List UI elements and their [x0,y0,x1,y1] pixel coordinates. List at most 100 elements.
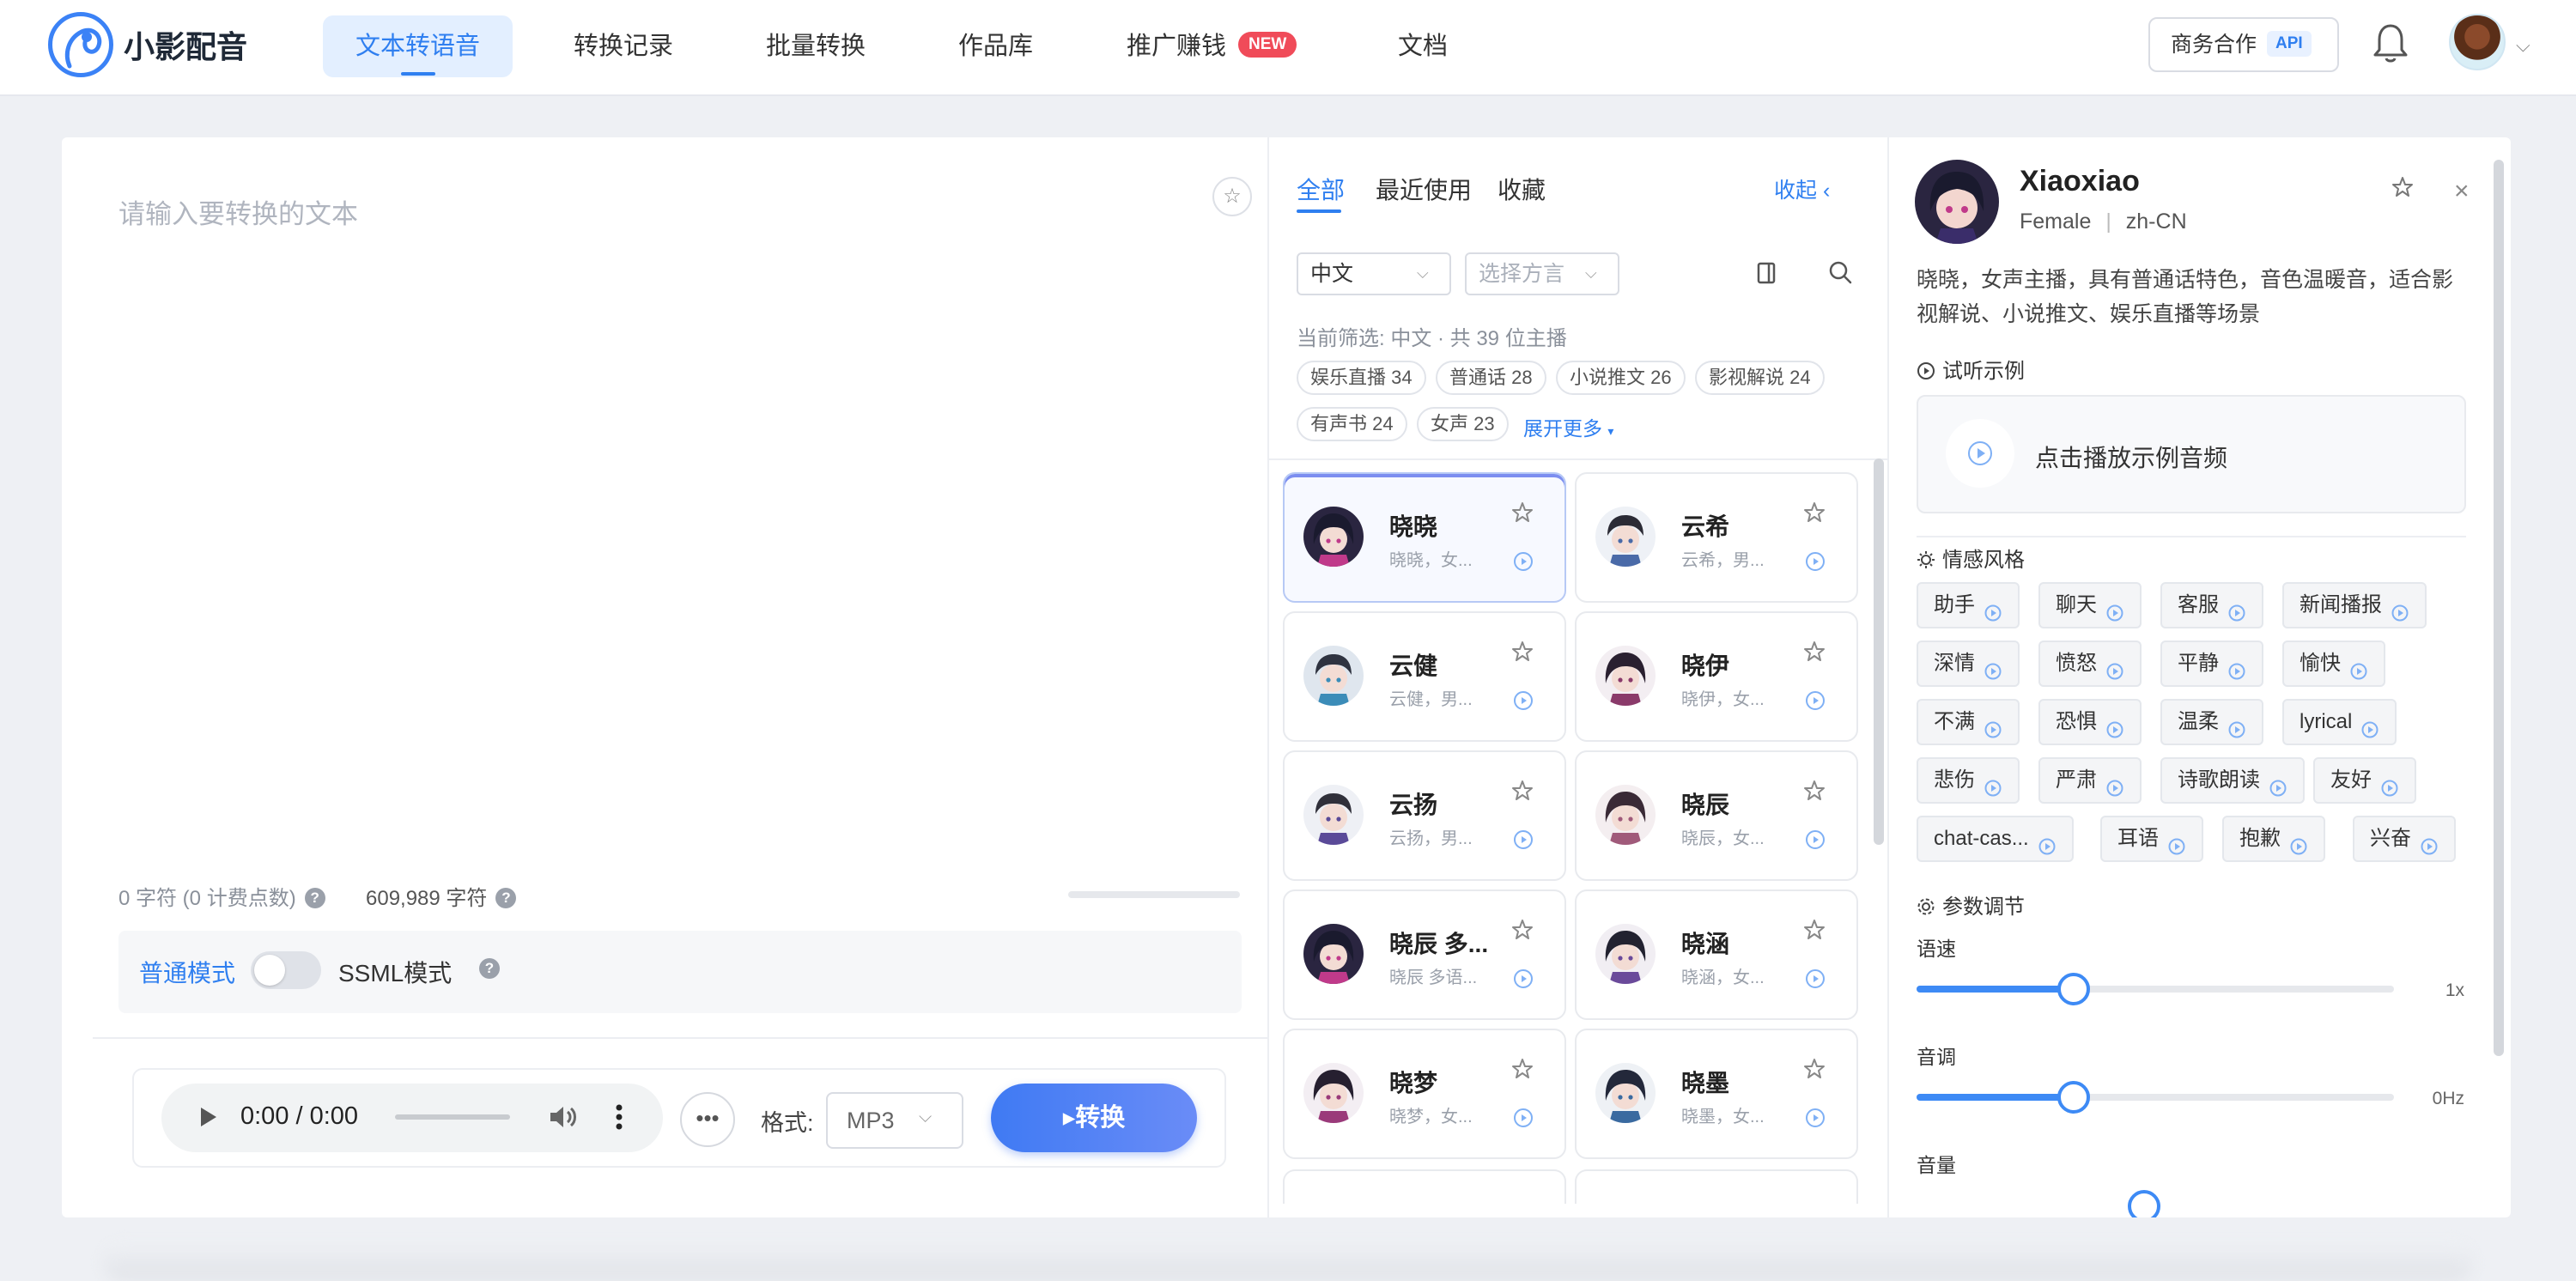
chevron-down-icon[interactable]: ⌵ [919,1108,932,1127]
volume-icon[interactable] [548,1102,579,1132]
chevron-down-icon[interactable]: ⌵ [2516,34,2530,57]
star-icon[interactable] [1511,780,1534,802]
emotion-tag[interactable]: 平静 [2160,640,2263,687]
play-circle-icon[interactable] [1984,595,2002,622]
emotion-tag[interactable]: 不满 [1917,699,2020,745]
filter-tag[interactable]: 娱乐直播 34 [1297,361,1426,395]
star-icon[interactable] [1803,919,1826,941]
emotion-tag[interactable]: 恐惧 [2038,699,2142,745]
emotion-tag[interactable]: 抱歉 [2222,816,2325,862]
mode-normal-label[interactable]: 普通模式 [139,955,235,989]
emotion-tag[interactable]: 愤怒 [2038,640,2142,687]
emotion-tag[interactable]: 兴奋 [2353,816,2456,862]
emotion-tag[interactable]: lyrical [2282,699,2397,745]
voice-card[interactable]: 晓涵 晓涵，女... [1575,889,1858,1020]
play-circle-icon[interactable] [1984,712,2002,738]
play-circle-icon[interactable] [1805,829,1826,850]
user-avatar[interactable] [2449,14,2506,70]
play-circle-icon[interactable] [1984,653,2002,680]
voice-card[interactable]: 晓梦 晓梦，女... [1283,1029,1566,1159]
voice-card[interactable]: 晓晓 晓晓，女... [1283,472,1566,603]
list-scrollbar[interactable] [1874,458,1884,845]
filter-tag[interactable]: 影视解说 24 [1695,361,1825,395]
tab-favorites[interactable]: 收藏 [1498,172,1546,206]
audio-seek-bar[interactable] [395,1114,510,1120]
text-input[interactable] [117,191,1182,843]
play-circle-icon[interactable] [2105,595,2124,622]
star-icon[interactable] [1511,501,1534,524]
play-circle-icon[interactable] [1984,770,2002,797]
chevron-down-icon[interactable]: ⌵ [1417,264,1429,282]
help-icon[interactable]: ? [304,887,325,908]
logo-icon[interactable] [48,12,113,77]
collapse-button[interactable]: 收起 ‹ [1774,173,1830,204]
play-circle-icon[interactable] [2038,829,2057,855]
star-icon[interactable] [1803,1058,1826,1080]
star-icon[interactable] [1511,1058,1534,1080]
play-circle-icon[interactable] [1946,419,2014,488]
play-circle-icon[interactable] [1513,551,1534,572]
business-button[interactable]: 商务合作 API [2148,17,2339,72]
emotion-tag[interactable]: 友好 [2313,757,2416,804]
play-circle-icon[interactable] [1805,1108,1826,1128]
mode-ssml-label[interactable]: SSML模式 [338,955,452,989]
tab-recent[interactable]: 最近使用 [1376,172,1472,206]
voice-card[interactable]: 晓伊 晓伊，女... [1575,611,1858,742]
voice-card[interactable]: 晓辰 多... 晓辰 多语... [1283,889,1566,1020]
star-icon[interactable] [1511,919,1534,941]
nav-docs[interactable]: 文档 [1365,15,1480,77]
voice-card[interactable]: 晓墨 晓墨，女... [1575,1029,1858,1159]
filter-tag[interactable]: 女声 23 [1417,407,1509,441]
chevron-down-icon[interactable]: ⌵ [1585,264,1597,282]
play-circle-icon[interactable] [2105,712,2124,738]
voice-card[interactable]: 云扬 云扬，男... [1283,750,1566,881]
emotion-tag[interactable]: 愉快 [2282,640,2385,687]
emotion-tag[interactable]: 助手 [1917,582,2020,628]
emotion-tag[interactable]: 诗歌朗读 [2160,757,2305,804]
star-icon[interactable] [1511,640,1534,663]
star-icon[interactable] [1803,640,1826,663]
play-circle-icon[interactable] [1805,551,1826,572]
more-options-button[interactable]: ••• [680,1092,735,1147]
help-icon[interactable]: ? [495,887,517,908]
play-circle-icon[interactable] [1805,968,1826,989]
play-circle-icon[interactable] [2227,653,2246,680]
play-circle-icon[interactable] [1513,968,1534,989]
kebab-menu-icon[interactable] [613,1102,625,1132]
toggle-knob[interactable] [254,955,285,986]
play-circle-icon[interactable] [1805,690,1826,711]
emotion-tag[interactable]: 客服 [2160,582,2263,628]
expand-more-link[interactable]: 展开更多 ▾ [1523,412,1613,441]
search-icon[interactable] [1827,259,1853,285]
play-circle-icon[interactable] [2227,595,2246,622]
volume-slider-knob-partial[interactable] [2124,1190,2164,1217]
emotion-tag[interactable]: 聊天 [2038,582,2142,628]
filter-tag[interactable]: 小说推文 26 [1556,361,1686,395]
nav-batch[interactable]: 批量转换 [733,15,898,77]
voice-card-partial[interactable] [1283,1169,1566,1204]
star-icon[interactable]: ☆ [1212,177,1252,216]
play-circle-icon[interactable] [2167,829,2186,855]
help-icon[interactable]: ? [479,958,500,980]
play-circle-icon[interactable] [1513,690,1534,711]
play-circle-icon[interactable] [1513,829,1534,850]
emotion-tag[interactable]: 温柔 [2160,699,2263,745]
nav-referral[interactable]: 推广赚钱 NEW [1094,15,1329,77]
play-circle-icon[interactable] [1513,1108,1534,1128]
play-circle-icon[interactable] [2360,712,2379,738]
format-select[interactable]: MP3 [826,1092,963,1149]
nav-library[interactable]: 作品库 [926,15,1066,77]
emotion-tag[interactable]: chat-cas... [1917,816,2074,862]
app-name[interactable]: 小影配音 [124,22,247,67]
tab-all[interactable]: 全部 [1297,172,1345,206]
play-circle-icon[interactable] [2380,770,2399,797]
play-circle-icon[interactable] [2105,770,2124,797]
voice-card[interactable]: 云希 云希，男... [1575,472,1858,603]
play-circle-icon[interactable] [2227,712,2246,738]
star-icon[interactable] [1803,501,1826,524]
voice-card[interactable]: 晓辰 晓辰，女... [1575,750,1858,881]
emotion-tag[interactable]: 悲伤 [1917,757,2020,804]
star-icon[interactable] [2391,175,2415,199]
emotion-tag[interactable]: 严肃 [2038,757,2142,804]
voice-card[interactable]: 云健 云健，男... [1283,611,1566,742]
